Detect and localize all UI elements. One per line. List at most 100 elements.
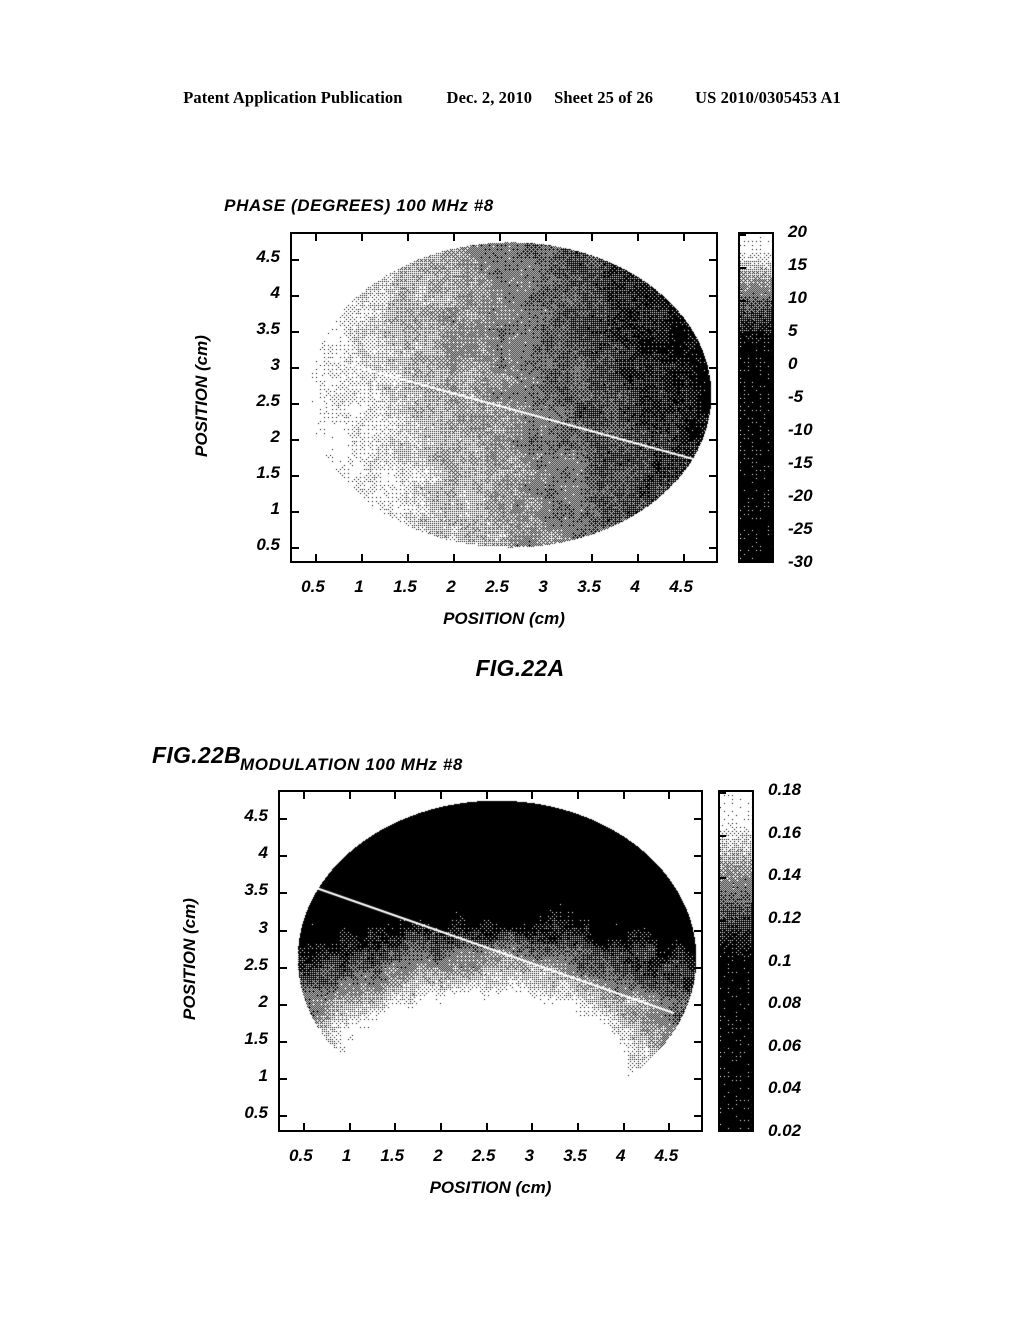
colorbar-tick	[720, 834, 726, 837]
colorbar-tick	[740, 333, 746, 335]
y-tick-label: 2	[258, 991, 268, 1011]
y-tick-label: 1.5	[256, 463, 280, 483]
colorbar-tick	[740, 234, 746, 236]
colorbar-label: 0.16	[768, 822, 802, 842]
colorbar-tick	[740, 531, 746, 533]
colorbar-label: 15	[788, 255, 807, 274]
x-tick	[545, 554, 548, 561]
x-tick-top	[453, 234, 456, 241]
x-tick-top	[591, 234, 594, 241]
header-patent-number: US 2010/0305453 A1	[695, 88, 841, 107]
x-tick-label: 2	[433, 1146, 443, 1165]
y-tick-right	[694, 1078, 701, 1081]
y-tick-right	[709, 547, 716, 549]
x-tick-top	[577, 792, 580, 799]
y-tick-label: 4	[258, 843, 268, 863]
y-tick	[292, 439, 299, 442]
x-tick-label: 4	[630, 577, 640, 596]
y-tick-right	[694, 1003, 701, 1006]
colorbar-tick	[740, 366, 746, 368]
x-tick-top	[637, 234, 640, 241]
y-tick-label: 1	[270, 499, 280, 519]
x-tick-top	[394, 792, 397, 799]
colorbar-label: 0	[788, 354, 798, 373]
x-tick	[407, 554, 410, 561]
y-tick-right	[709, 259, 716, 262]
x-tick-label: 2.5	[485, 577, 509, 596]
x-tick-label: 2.5	[471, 1146, 496, 1165]
x-tick-top	[315, 234, 317, 241]
y-tick-label: 3	[270, 355, 280, 375]
colorbar-tick	[740, 399, 746, 401]
x-tick	[302, 1123, 305, 1130]
x-tick	[637, 554, 640, 561]
y-tick	[280, 818, 287, 821]
y-axis-title-22a: POSITION (cm)	[192, 334, 211, 457]
colorbar-22b	[718, 790, 754, 1132]
x-tick-top	[622, 792, 625, 799]
x-tick-top	[407, 234, 410, 241]
x-axis-title-22b: POSITION (cm)	[429, 1178, 552, 1197]
colorbar-label: 0.04	[768, 1078, 802, 1098]
y-tick-right	[709, 331, 716, 334]
y-tick-right	[694, 966, 701, 969]
x-tick	[485, 1123, 488, 1130]
x-tick-top	[485, 792, 488, 799]
x-tick-label: 1.5	[380, 1146, 405, 1165]
plot-area-22a	[290, 232, 718, 563]
y-tick	[292, 331, 299, 334]
chart-title-22b: MODULATION 100 MHz #8	[240, 755, 463, 774]
x-tick-top	[668, 792, 671, 799]
y-tick	[292, 547, 299, 549]
header-date: Dec. 2, 2010	[446, 88, 533, 107]
y-tick-label: 3.5	[244, 880, 268, 900]
y-tick-label: 4.5	[244, 806, 268, 826]
y-tick-label: 2	[270, 427, 280, 447]
header-publication: Patent Application Publication	[183, 88, 403, 107]
x-tick-label: 4	[616, 1146, 626, 1165]
y-tick-right	[709, 439, 716, 442]
x-tick	[622, 1123, 625, 1130]
colorbar-label: 0.08	[768, 993, 802, 1013]
colorbar-label: 5	[788, 321, 798, 340]
chart-title-22a: PHASE (DEGREES) 100 MHz #8	[224, 196, 494, 215]
x-tick-top	[531, 792, 534, 799]
colorbar-tick	[720, 1005, 726, 1008]
y-tick	[292, 367, 299, 370]
colorbar-label: 0.18	[768, 780, 802, 799]
x-tick-label: 2	[446, 577, 456, 596]
colorbar-label: 0.12	[768, 907, 802, 927]
x-tick-label: 3.5	[577, 577, 601, 596]
x-tick-top	[683, 234, 686, 241]
y-tick	[292, 403, 299, 406]
x-tick-top	[361, 234, 364, 241]
colorbar-tick	[720, 877, 726, 880]
x-tick	[315, 554, 317, 561]
y-tick-right	[709, 511, 716, 514]
y-tick	[280, 892, 287, 895]
x-tick	[577, 1123, 580, 1130]
x-tick	[591, 554, 594, 561]
y-tick	[292, 475, 299, 478]
y-tick-right	[694, 892, 701, 895]
colorbar-label: 0.06	[768, 1035, 802, 1055]
figure-caption-22a: FIG.22A	[475, 655, 565, 681]
x-tick-label: 4.5	[669, 577, 693, 596]
x-tick	[531, 1123, 534, 1130]
y-axis-title-22b: POSITION (cm)	[180, 898, 199, 1020]
colorbar-label: 0.02	[768, 1121, 802, 1140]
colorbar-label: -15	[788, 453, 813, 472]
y-tick	[280, 855, 287, 858]
colorbar-tick	[740, 300, 746, 302]
header-sheet: Sheet 25 of 26	[554, 88, 654, 107]
y-tick-label: 3.5	[256, 319, 280, 339]
x-tick-top	[348, 792, 351, 799]
x-tick	[348, 1123, 351, 1130]
y-tick-label: 1	[258, 1066, 268, 1086]
plot-area-22b	[278, 790, 703, 1132]
colorbar-label: 0.1	[768, 950, 792, 970]
y-tick	[280, 1115, 287, 1118]
x-axis-title-22a: POSITION (cm)	[443, 609, 565, 628]
x-tick	[439, 1123, 442, 1130]
x-tick-label: 1.5	[393, 577, 417, 596]
